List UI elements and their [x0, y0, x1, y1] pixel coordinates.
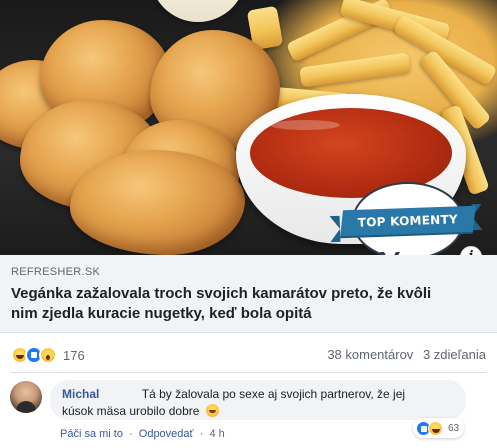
like-comment-link[interactable]: Páči sa mi to	[60, 428, 123, 440]
ribbon-end-left	[329, 215, 341, 243]
comment-line-1: Michal Tá by žalovala po sexe aj svojich…	[62, 385, 405, 403]
haha-icon	[428, 420, 443, 436]
separator: ·	[129, 428, 133, 440]
grin-emoji-icon	[205, 404, 219, 417]
info-icon[interactable]: i	[460, 246, 482, 255]
comment-author[interactable]: Michal	[62, 387, 99, 401]
wow-icon	[39, 346, 57, 364]
comments-count[interactable]: 38 komentárov	[327, 347, 413, 362]
separator: ·	[199, 428, 204, 440]
comment-text-line-2: kúsok mäsa urobilo dobre	[62, 404, 200, 418]
reactions-summary[interactable]: 176	[11, 345, 85, 365]
link-preview-image[interactable]: TOP KOMENTY i	[0, 0, 497, 255]
top-comments-badge-label: TOP KOMENTY	[357, 212, 459, 230]
comment-actions: Páči sa mi to · Odpovedať · 4 h	[60, 428, 225, 440]
comment-line-2: kúsok mäsa urobilo dobre	[62, 402, 219, 420]
top-comments-badge: TOP KOMENTY	[340, 205, 476, 237]
comment-bubble: Michal Tá by žalovala po sexe aj svojich…	[50, 380, 466, 420]
nugget	[70, 150, 245, 255]
avatar[interactable]	[10, 381, 42, 413]
comment-reactions[interactable]: 63	[413, 418, 465, 438]
link-preview-text[interactable]: REFRESHER.SK Vegánka zažalovala troch sv…	[0, 255, 497, 333]
link-domain: REFRESHER.SK	[11, 266, 101, 278]
divider	[11, 372, 486, 373]
post-stats: 38 komentárov 3 zdieľania	[321, 347, 486, 362]
comment-text-line-1: Tá by žalovala po sexe aj svojich partne…	[141, 387, 406, 401]
reactions-count[interactable]: 176	[63, 348, 85, 363]
ketchup-shine	[270, 120, 340, 130]
dip-cup	[150, 0, 246, 22]
link-title[interactable]: Vegánka zažalovala troch svojich kamarát…	[11, 284, 451, 324]
comment-time[interactable]: 4 h	[209, 428, 224, 440]
comment-reaction-count: 63	[448, 422, 460, 434]
reply-link[interactable]: Odpovedať	[139, 428, 194, 440]
shares-count[interactable]: 3 zdieľania	[423, 347, 486, 362]
